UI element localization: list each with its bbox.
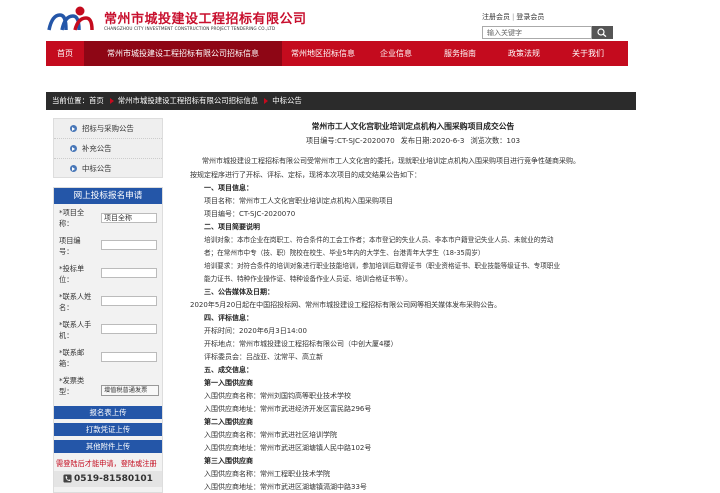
supplier-3-address: 入围供应商地址：常州市武进区湖塘镇滆湖中路33号 <box>204 483 367 491</box>
project-code-line: 项目编号：CT-SJC-2020070 <box>204 210 296 218</box>
upload-other-attachments-button[interactable]: 其他附件上传 <box>54 440 162 453</box>
form-title: 网上投标报名申请 <box>54 188 162 204</box>
nav-enterprise-info[interactable]: 企业信息 <box>364 41 428 66</box>
breadcrumb-level2[interactable]: 中标公告 <box>272 96 302 105</box>
contact-email-input[interactable] <box>101 352 157 362</box>
section-heading-3: 三、公告媒体及日期： <box>204 288 274 296</box>
section-heading-1: 一、项目信息： <box>204 184 253 192</box>
media-date-line: 2020年5月20日起在中国招投标网、常州市城投建设工程招标有限公司网等相关媒体… <box>190 301 502 309</box>
arrow-circle-icon <box>70 145 77 152</box>
breadcrumb-level1[interactable]: 常州市城投建设工程招标有限公司招标信息 <box>118 96 258 105</box>
nav-about-us[interactable]: 关于我们 <box>556 41 620 66</box>
sidebar-menu: 招标与采购公告 补充公告 中标公告 <box>53 118 163 178</box>
supplier-2-name: 入围供应商名称：常州市武进社区培训学院 <box>204 431 337 439</box>
section-heading-2: 二、项目简要说明 <box>204 223 260 231</box>
brand-name-cn: 常州市城投建设工程招标有限公司 <box>104 12 307 27</box>
search-icon <box>597 28 607 37</box>
committee-line: 评标委员会：吕战亚、沈常平、高立新 <box>204 353 323 361</box>
search-input[interactable]: 输入关键字 <box>482 26 592 39</box>
breadcrumb-arrow-icon <box>109 98 114 104</box>
article-title: 常州市工人文化宫职业培训定点机构入围采购项目成交公告 <box>311 122 515 131</box>
training-requirement-line: 培训要求：对符合条件的培训对象进行职业技能培训，参加培训后取得证书（职业资格证书… <box>204 262 561 270</box>
nav-policies[interactable]: 政策法规 <box>492 41 556 66</box>
field-label-project-name: *项目全 称： <box>59 208 85 228</box>
company-logo[interactable] <box>46 6 100 32</box>
nav-regional-tenders[interactable]: 常州地区招标信息 <box>282 41 364 66</box>
section-heading-5: 五、成交信息： <box>204 366 253 374</box>
supplier-1-name: 入围供应商名称：常州刘国钧高等职业技术学校 <box>204 392 351 400</box>
supplier-3-heading: 第三入围供应商 <box>204 457 253 465</box>
sidebar-item-award-announcements[interactable]: 中标公告 <box>54 159 162 179</box>
top-links: 注册会员 | 登录会员 <box>482 13 545 21</box>
arrow-circle-icon <box>70 165 77 172</box>
register-link[interactable]: 注册会员 <box>482 13 510 21</box>
brand-name-en: CHANGZHOU CITY INVESTMENT CONSTRUCTION P… <box>104 26 276 31</box>
view-count: 浏览次数：103 <box>470 136 521 145</box>
project-name-line: 项目名称：常州市工人文化宫职业培训定点机构入围采购项目 <box>204 197 393 205</box>
field-label-contact-email: *联系邮 箱： <box>59 348 85 368</box>
contact-name-input[interactable] <box>101 296 157 306</box>
supplier-1-heading: 第一入围供应商 <box>204 379 253 387</box>
field-label-contact-name: *联系人姓 名： <box>59 292 92 312</box>
arrow-circle-icon <box>70 125 77 132</box>
breadcrumb-arrow-icon <box>264 98 269 104</box>
supplier-2-heading: 第二入围供应商 <box>204 418 253 426</box>
login-link[interactable]: 登录会员 <box>516 13 544 21</box>
training-target-line: 培训对象：本市企业在岗职工、符合条件的工会工作者；本市登记的失业人员、非本市户籍… <box>204 236 554 244</box>
hotline-phone: 0519-81580101 <box>54 471 162 487</box>
training-requirement-line-2: 能力证书、特种作业操作证、特种设备作业人员证、培训合格证书等）。 <box>204 275 412 283</box>
invoice-type-select[interactable]: 增值税普通发票 <box>101 385 159 396</box>
project-code: 项目编号:CT-SJC-2020070 <box>305 136 395 145</box>
supplier-3-name: 入围供应商名称：常州工程职业技术学院 <box>204 470 330 478</box>
field-label-project-code: 项目编 号： <box>59 236 81 256</box>
sidebar-item-label: 中标公告 <box>82 164 112 173</box>
online-registration-form: 网上投标报名申请 *项目全 称： 项目全称 项目编 号： *投标单 位： *联系人姓名… <box>53 187 163 493</box>
phone-icon <box>63 474 72 483</box>
field-label-invoice-type: *发票类 型： <box>59 376 85 396</box>
sidebar-item-label: 招标与采购公告 <box>82 124 134 133</box>
login-required-note[interactable]: 需登陆后才能申请，登陆或注册 <box>56 459 157 469</box>
field-label-contact-phone: *联系人手 机： <box>59 320 92 340</box>
training-target-line-2: 者；在常州市中专（技、职）院校在校生、毕业5年内的大学生、台港青年大学生（18-… <box>204 249 485 257</box>
sidebar-item-tender-announcements[interactable]: 招标与采购公告 <box>54 119 162 139</box>
site-header: 常州市城投建设工程招标有限公司 CHANGZHOU CITY INVESTMEN… <box>0 0 720 40</box>
field-label-bidder: *投标单 位： <box>59 264 85 284</box>
opening-time-line: 开标时间：2020年6月3日14:00 <box>204 327 307 335</box>
search-button[interactable] <box>592 26 613 39</box>
project-name-input[interactable]: 项目全称 <box>101 213 157 223</box>
nav-company-tenders[interactable]: 常州市城投建设工程招标有限公司招标信息 <box>84 41 282 66</box>
project-code-input[interactable] <box>101 240 157 250</box>
upload-payment-proof-button[interactable]: 打款凭证上传 <box>54 423 162 436</box>
bidder-input[interactable] <box>101 268 157 278</box>
contact-phone-input[interactable] <box>101 324 157 334</box>
main-nav: 首页 常州市城投建设工程招标有限公司招标信息 常州地区招标信息 企业信息 服务指… <box>46 41 628 66</box>
publish-date: 发布日期:2020-6-3 <box>400 136 465 145</box>
nav-service-guide[interactable]: 服务指南 <box>428 41 492 66</box>
supplier-1-address: 入围供应商地址：常州市武进经济开发区富民路296号 <box>204 405 372 413</box>
opening-place-line: 开标地点：常州市城投建设工程招标有限公司（中创大厦4楼） <box>204 340 398 348</box>
sidebar-item-label: 补充公告 <box>82 144 112 153</box>
sidebar-item-supplementary[interactable]: 补充公告 <box>54 139 162 159</box>
breadcrumb: 当前位置：首页 常州市城投建设工程招标有限公司招标信息 中标公告 <box>46 92 636 110</box>
nav-home[interactable]: 首页 <box>46 41 84 66</box>
supplier-2-address: 入围供应商地址：常州市武进区湖塘镇人民中路102号 <box>204 444 372 452</box>
article-meta: 项目编号:CT-SJC-2020070 发布日期:2020-6-3 浏览次数：103 <box>196 136 630 146</box>
breadcrumb-home[interactable]: 当前位置：首页 <box>52 96 104 105</box>
section-heading-4: 四、评标信息： <box>204 314 253 322</box>
paragraph-intro: 常州市城投建设工程招标有限公司受常州市工人文化宫的委托，现就职业培训定点机构入围… <box>202 157 580 165</box>
upload-registration-form-button[interactable]: 报名表上传 <box>54 406 162 419</box>
paragraph-intro-2: 按规定程序进行了开标、评标、定标，现将本次项目的成交结果公告如下： <box>190 171 421 179</box>
